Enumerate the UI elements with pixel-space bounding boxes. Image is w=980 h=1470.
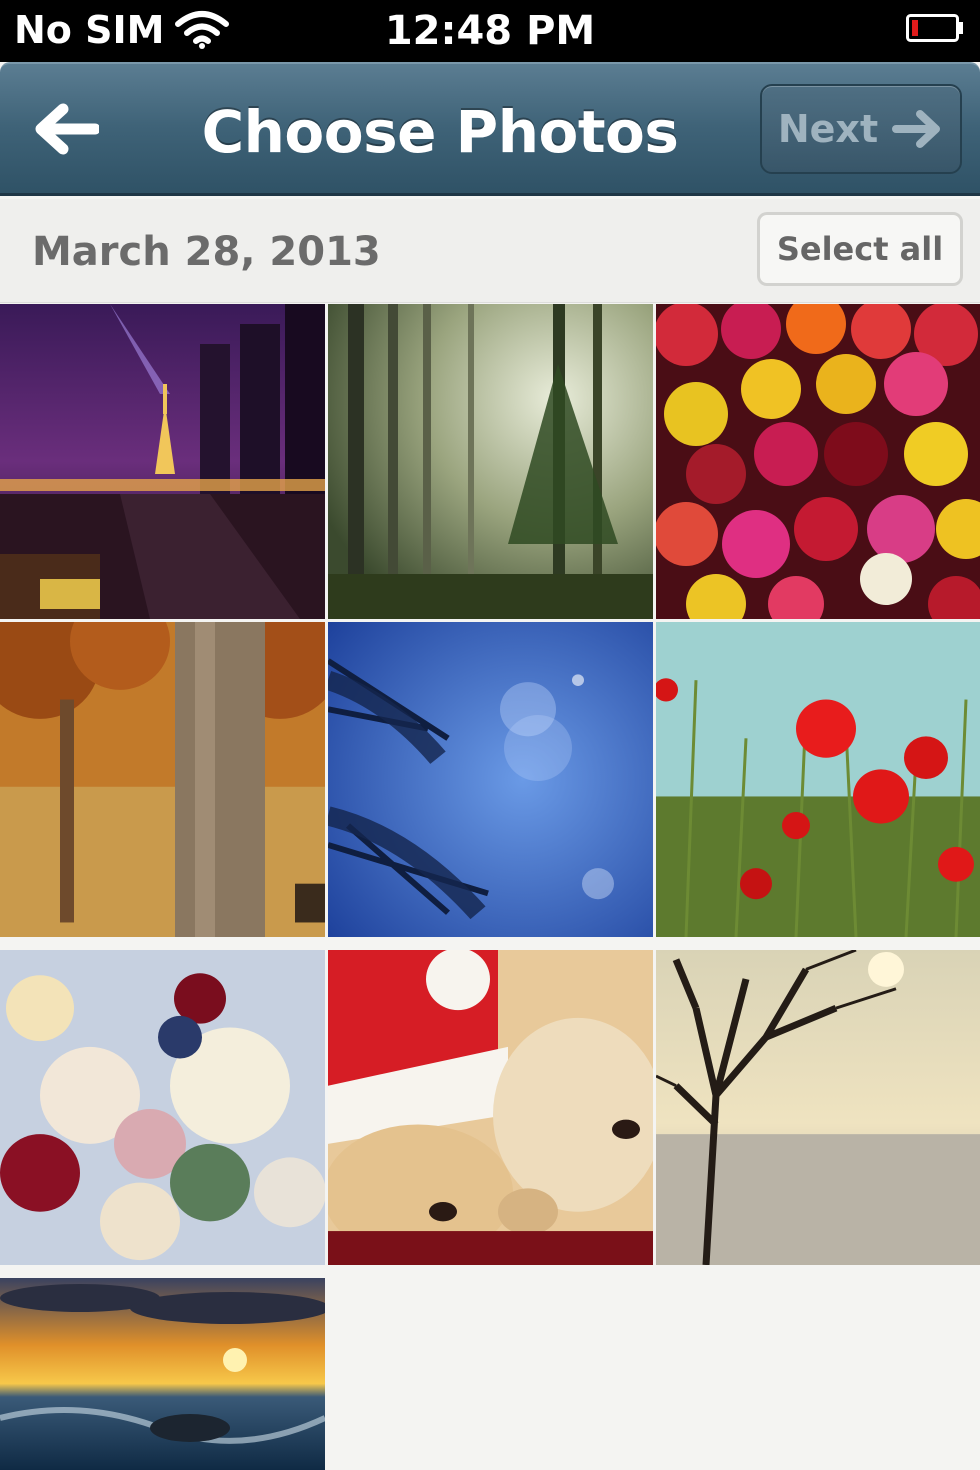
photo-thumbnail-eiffel-tower[interactable]: [0, 304, 325, 619]
photo-thumbnail-roses[interactable]: [656, 304, 980, 619]
forward-arrow-icon: [892, 110, 941, 148]
photo-thumbnail-blue-pine[interactable]: [328, 622, 653, 937]
next-button[interactable]: Next: [760, 84, 962, 174]
select-all-button[interactable]: Select all: [757, 212, 963, 286]
photo-thumbnail-poppies[interactable]: [656, 622, 980, 937]
photo-thumbnail-puppies[interactable]: [328, 950, 653, 1265]
clock: 12:48 PM: [384, 8, 596, 54]
section-date: March 28, 2013: [32, 229, 381, 275]
photo-thumbnail-forest[interactable]: [328, 304, 653, 619]
next-button-label: Next: [777, 107, 879, 151]
photo-thumbnail-autumn-tree[interactable]: [0, 622, 325, 937]
photo-thumbnail-bridal-bouquet[interactable]: [0, 950, 325, 1265]
photo-thumbnail-sunset-sea[interactable]: [0, 1278, 325, 1470]
photo-thumbnail-winter-tree[interactable]: [656, 950, 980, 1265]
nav-bar: Choose Photos Next: [0, 62, 980, 196]
battery-icon: [906, 14, 963, 42]
page-title: Choose Photos: [201, 98, 679, 166]
status-bar: No SIM 12:48 PM: [0, 0, 980, 62]
section-header: March 28, 2013 Select all: [0, 199, 980, 303]
